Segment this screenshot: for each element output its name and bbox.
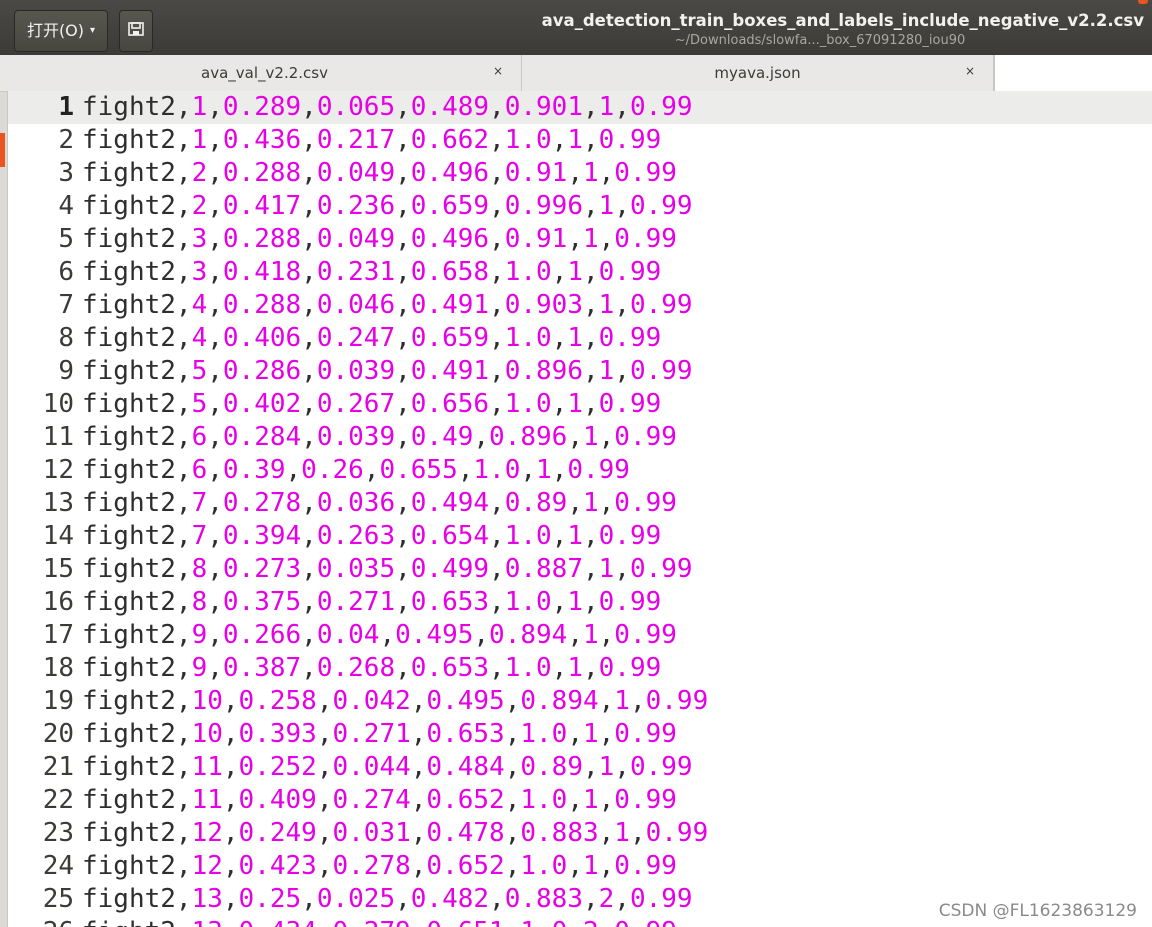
editor-line[interactable]: 7 fight2,4,0.288,0.046,0.491,0.903,1,0.99 (8, 289, 1152, 322)
line-number: 5 (58, 224, 74, 254)
editor-line[interactable]: 21 fight2,11,0.252,0.044,0.484,0.89,1,0.9… (8, 751, 1152, 784)
editor-line[interactable]: 24 fight2,12,0.423,0.278,0.652,1.0,1,0.99 (8, 850, 1152, 883)
line-number: 3 (58, 158, 74, 188)
line-text: fight2,4,0.288,0.046,0.491,0.903,1,0.99 (82, 290, 693, 320)
line-number: 10 (42, 389, 74, 419)
text-editor[interactable]: 1 fight2,1,0.289,0.065,0.489,0.901,1,0.99… (8, 91, 1152, 927)
editor-line[interactable]: 12 fight2,6,0.39,0.26,0.655,1.0,1,0.99 (8, 454, 1152, 487)
line-text: fight2,7,0.394,0.263,0.654,1.0,1,0.99 (82, 521, 662, 551)
close-icon[interactable]: × (493, 64, 503, 78)
tab-myava[interactable]: myava.json × (522, 55, 994, 91)
editor-line[interactable]: 4 fight2,2,0.417,0.236,0.659,0.996,1,0.99 (8, 190, 1152, 223)
line-text: fight2,2,0.417,0.236,0.659,0.996,1,0.99 (82, 191, 693, 221)
open-button-label: 打开(O) (26, 21, 85, 40)
line-number: 19 (42, 686, 74, 716)
line-number: 23 (42, 818, 74, 848)
editor-line[interactable]: 8 fight2,4,0.406,0.247,0.659,1.0,1,0.99 (8, 322, 1152, 355)
line-number: 12 (42, 455, 74, 485)
tab-bar: ava_val_v2.2.csv × myava.json × (0, 55, 1152, 92)
line-number: 8 (58, 323, 74, 353)
line-number: 14 (42, 521, 74, 551)
line-text: fight2,5,0.402,0.267,0.656,1.0,1,0.99 (82, 389, 662, 419)
line-number: 15 (42, 554, 74, 584)
line-text: fight2,11,0.409,0.274,0.652,1.0,1,0.99 (82, 785, 677, 815)
editor-line[interactable]: 6 fight2,3,0.418,0.231,0.658,1.0,1,0.99 (8, 256, 1152, 289)
editor-line[interactable]: 9 fight2,5,0.286,0.039,0.491,0.896,1,0.99 (8, 355, 1152, 388)
window-subtitle: ~/Downloads/slowfa..._box_67091280_iou90 (674, 33, 966, 48)
line-text: fight2,6,0.39,0.26,0.655,1.0,1,0.99 (82, 455, 630, 485)
header-bar: 打开(O) ▾ ava_detection_train_boxes_and_la… (0, 0, 1152, 56)
tab-label: myava.json (714, 64, 801, 82)
line-number: 22 (42, 785, 74, 815)
open-button[interactable]: 打开(O) ▾ (14, 10, 108, 52)
editor-line[interactable]: 5 fight2,3,0.288,0.049,0.496,0.91,1,0.99 (8, 223, 1152, 256)
line-text: fight2,1,0.436,0.217,0.662,1.0,1,0.99 (82, 125, 662, 155)
tab-label: ava_val_v2.2.csv (201, 64, 328, 82)
editor-line[interactable]: 2 fight2,1,0.436,0.217,0.662,1.0,1,0.99 (8, 124, 1152, 157)
line-number: 2 (58, 125, 74, 155)
line-text: fight2,3,0.288,0.049,0.496,0.91,1,0.99 (82, 224, 677, 254)
editor-line[interactable]: 23 fight2,12,0.249,0.031,0.478,0.883,1,0.… (8, 817, 1152, 850)
editor-line[interactable]: 11 fight2,6,0.284,0.039,0.49,0.896,1,0.99 (8, 421, 1152, 454)
editor-line[interactable]: 22 fight2,11,0.409,0.274,0.652,1.0,1,0.99 (8, 784, 1152, 817)
line-number: 11 (42, 422, 74, 452)
line-number: 26 (8, 916, 74, 927)
line-number: 7 (58, 290, 74, 320)
editor-line[interactable]: 1 fight2,1,0.289,0.065,0.489,0.901,1,0.99 (8, 91, 1152, 124)
line-number: 9 (58, 356, 74, 386)
editor-line[interactable]: 18 fight2,9,0.387,0.268,0.653,1.0,1,0.99 (8, 652, 1152, 685)
line-number: 18 (42, 653, 74, 683)
side-margin (0, 55, 8, 927)
side-accent-mark (0, 133, 5, 167)
editor-line[interactable]: 17 fight2,9,0.266,0.04,0.495,0.894,1,0.99 (8, 619, 1152, 652)
line-text: fight2,10,0.258,0.042,0.495,0.894,1,0.99 (82, 686, 709, 716)
tab-active-area[interactable] (994, 55, 1152, 92)
watermark: CSDN @FL1623863129 (938, 901, 1137, 921)
chevron-down-icon: ▾ (90, 25, 96, 36)
line-text: fight2,6,0.284,0.039,0.49,0.896,1,0.99 (82, 422, 677, 452)
line-number: 17 (42, 620, 74, 650)
editor-line[interactable]: 19 fight2,10,0.258,0.042,0.495,0.894,1,0.… (8, 685, 1152, 718)
editor-line[interactable]: 20 fight2,10,0.393,0.271,0.653,1.0,1,0.99 (8, 718, 1152, 751)
line-text: fight2,2,0.288,0.049,0.496,0.91,1,0.99 (82, 158, 677, 188)
line-text: fight2,9,0.387,0.268,0.653,1.0,1,0.99 (82, 653, 662, 683)
window-corner-accent (1138, 0, 1148, 4)
line-number: 1 (58, 92, 74, 122)
editor-line[interactable]: 13 fight2,7,0.278,0.036,0.494,0.89,1,0.99 (8, 487, 1152, 520)
document-pin-button[interactable] (119, 10, 153, 52)
editor-line[interactable]: 10 fight2,5,0.402,0.267,0.656,1.0,1,0.99 (8, 388, 1152, 421)
line-number: 24 (42, 851, 74, 881)
line-text: fight2,12,0.423,0.278,0.652,1.0,1,0.99 (82, 851, 677, 881)
line-number: 16 (42, 587, 74, 617)
line-text: fight2,10,0.393,0.271,0.653,1.0,1,0.99 (82, 719, 677, 749)
editor-line[interactable]: 3 fight2,2,0.288,0.049,0.496,0.91,1,0.99 (8, 157, 1152, 190)
editor-line[interactable]: 14 fight2,7,0.394,0.263,0.654,1.0,1,0.99 (8, 520, 1152, 553)
tab-ava-val[interactable]: ava_val_v2.2.csv × (8, 55, 522, 91)
line-text: fight2,5,0.286,0.039,0.491,0.896,1,0.99 (82, 356, 693, 386)
line-number: 13 (42, 488, 74, 518)
line-text: fight2,12,0.249,0.031,0.478,0.883,1,0.99 (82, 818, 709, 848)
line-number: 4 (58, 191, 74, 221)
line-number: 21 (42, 752, 74, 782)
close-icon[interactable]: × (965, 64, 975, 78)
line-text: fight2,8,0.273,0.035,0.499,0.887,1,0.99 (82, 554, 693, 584)
line-number: 25 (42, 884, 74, 914)
line-text: fight2,9,0.266,0.04,0.495,0.894,1,0.99 (82, 620, 677, 650)
document-pin-icon (127, 20, 145, 42)
line-text: fight2,1,0.289,0.065,0.489,0.901,1,0.99 (82, 92, 693, 122)
editor-line[interactable]: 16 fight2,8,0.375,0.271,0.653,1.0,1,0.99 (8, 586, 1152, 619)
line-text: fight2,8,0.375,0.271,0.653,1.0,1,0.99 (82, 587, 662, 617)
line-text: fight2,11,0.252,0.044,0.484,0.89,1,0.99 (82, 752, 693, 782)
line-text: fight2,13,0.434,0.279,0.651,1.0,2,0.99 (82, 917, 677, 927)
line-number: 6 (58, 257, 74, 287)
window-title: ava_detection_train_boxes_and_labels_inc… (541, 11, 1144, 30)
line-text: fight2,4,0.406,0.247,0.659,1.0,1,0.99 (82, 323, 662, 353)
line-number: 20 (42, 719, 74, 749)
editor-line[interactable]: 15 fight2,8,0.273,0.035,0.499,0.887,1,0.9… (8, 553, 1152, 586)
line-text: fight2,13,0.25,0.025,0.482,0.883,2,0.99 (82, 884, 693, 914)
line-text: fight2,7,0.278,0.036,0.494,0.89,1,0.99 (82, 488, 677, 518)
line-text: fight2,3,0.418,0.231,0.658,1.0,1,0.99 (82, 257, 662, 287)
